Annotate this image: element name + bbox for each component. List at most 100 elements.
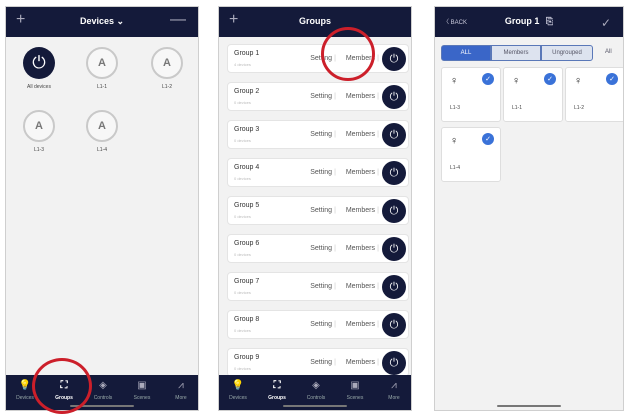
- device-l1-4[interactable]: A L1-4: [82, 110, 122, 153]
- device-card[interactable]: ♀ ✓ L1-1: [503, 67, 563, 122]
- group-row[interactable]: Group 14 devices Setting | Members | ⏻: [227, 44, 409, 73]
- segment-members[interactable]: Members: [491, 45, 541, 61]
- divider: |: [334, 93, 336, 100]
- divider: |: [334, 283, 336, 290]
- tab-controls[interactable]: ◈ Controls: [297, 380, 335, 401]
- tab-label: Scenes: [346, 395, 364, 401]
- highlight-ring-groups-tab: [32, 358, 92, 414]
- tab-more[interactable]: ⩘ More: [162, 380, 198, 401]
- group-row[interactable]: Group 70 devices Setting | Members | ⏻: [227, 272, 409, 301]
- device-l1-1[interactable]: A L1-1: [82, 47, 122, 90]
- bulb-icon: 💡: [231, 380, 245, 391]
- divider: |: [334, 207, 336, 214]
- device-label: L1-1: [96, 84, 107, 90]
- devices-header: + Devices ⌄ —: [6, 7, 198, 37]
- group-setting-button[interactable]: Setting: [310, 245, 332, 252]
- group-members-button[interactable]: Members: [346, 321, 375, 328]
- tab-label: Controls: [306, 395, 326, 401]
- group-setting-button[interactable]: Setting: [310, 169, 332, 176]
- divider: |: [334, 169, 336, 176]
- checkmark-icon[interactable]: ✓: [544, 73, 556, 85]
- power-icon[interactable]: ⏻: [382, 85, 406, 109]
- power-icon[interactable]: ⏻: [382, 123, 406, 147]
- group-setting-button[interactable]: Setting: [310, 207, 332, 214]
- tab-label: More: [175, 395, 187, 401]
- group-setting-button[interactable]: Setting: [310, 131, 332, 138]
- group-setting-button[interactable]: Setting: [310, 321, 332, 328]
- device-card-label: L1-1: [512, 105, 523, 111]
- device-card[interactable]: ♀ ✓ L1-2: [565, 67, 623, 122]
- divider: |: [377, 131, 379, 138]
- group-row[interactable]: Group 50 devices Setting | Members | ⏻: [227, 196, 409, 225]
- chevron-down-icon: ⌄: [116, 16, 125, 26]
- group-row[interactable]: Group 20 devices Setting | Members | ⏻: [227, 82, 409, 111]
- tab-label: Scenes: [133, 395, 151, 401]
- group-detail-screen: 〈 BACK Group 1 ⎘ ✓ ALL Members Ungrouped…: [434, 6, 624, 411]
- power-icon[interactable]: ⏻: [382, 199, 406, 223]
- segment-ungrouped[interactable]: Ungrouped: [541, 45, 593, 61]
- group-row[interactable]: Group 40 devices Setting | Members | ⏻: [227, 158, 409, 187]
- power-icon[interactable]: ⏻: [382, 275, 406, 299]
- bulb-icon: A: [86, 110, 118, 142]
- edit-icon[interactable]: ⎘: [546, 16, 553, 26]
- group-members-button[interactable]: Members: [346, 245, 375, 252]
- group-members-button[interactable]: Members: [346, 169, 375, 176]
- checkmark-icon[interactable]: ✓: [606, 73, 618, 85]
- group-name: Group 9: [234, 354, 260, 361]
- power-icon[interactable]: ⏻: [382, 351, 406, 375]
- divider: |: [334, 359, 336, 366]
- minus-icon[interactable]: —: [170, 11, 186, 29]
- bulb-icon: A: [151, 47, 183, 79]
- group-row[interactable]: Group 90 devices Setting | Members | ⏻: [227, 348, 409, 377]
- tab-groups[interactable]: ⛶ Groups: [258, 380, 296, 401]
- group-detail-title: Group 1 ⎘: [435, 16, 623, 27]
- power-icon[interactable]: ⏻: [382, 313, 406, 337]
- tab-more[interactable]: ⩘ More: [375, 380, 411, 401]
- checkmark-icon[interactable]: ✓: [482, 73, 494, 85]
- group-members-button[interactable]: Members: [346, 283, 375, 290]
- group-members-button[interactable]: Members: [346, 207, 375, 214]
- group-members-button[interactable]: Members: [346, 359, 375, 366]
- group-device-count: 0 devices: [234, 214, 251, 219]
- checkmark-icon[interactable]: ✓: [482, 133, 494, 145]
- more-icon: ⩘: [178, 380, 184, 391]
- device-l1-3[interactable]: A L1-3: [19, 110, 59, 153]
- tab-scenes[interactable]: ▣ Scenes: [336, 380, 374, 401]
- group-name: Group 3: [234, 126, 260, 133]
- scenes-icon: ▣: [350, 380, 360, 391]
- group-members-button[interactable]: Members: [346, 131, 375, 138]
- power-icon[interactable]: ⏻: [382, 161, 406, 185]
- group-row[interactable]: Group 80 devices Setting | Members | ⏻: [227, 310, 409, 339]
- group-name: Group 5: [234, 202, 260, 209]
- bulb-icon: ♀: [512, 75, 521, 87]
- device-label: L1-2: [161, 84, 172, 90]
- tab-devices[interactable]: 💡 Devices: [219, 380, 257, 401]
- divider: |: [334, 131, 336, 138]
- group-title-text: Group 1: [504, 16, 540, 26]
- group-members-button[interactable]: Members: [346, 93, 375, 100]
- tab-scenes[interactable]: ▣ Scenes: [123, 380, 161, 401]
- segment-all[interactable]: ALL: [441, 45, 491, 61]
- divider: |: [377, 93, 379, 100]
- group-row[interactable]: Group 30 devices Setting | Members | ⏻: [227, 120, 409, 149]
- device-card[interactable]: ♀ ✓ L1-4: [441, 127, 501, 182]
- group-name: Group 8: [234, 316, 260, 323]
- bulb-icon: A: [86, 47, 118, 79]
- group-row[interactable]: Group 60 devices Setting | Members | ⏻: [227, 234, 409, 263]
- tab-label: Devices: [229, 395, 247, 401]
- divider: |: [334, 245, 336, 252]
- divider: |: [377, 321, 379, 328]
- check-icon[interactable]: ✓: [601, 14, 611, 32]
- devices-screen: + Devices ⌄ — ⏻ All devices A L1-1 A L1-…: [5, 6, 199, 411]
- bulb-icon: ♀: [574, 75, 583, 87]
- group-setting-button[interactable]: Setting: [310, 359, 332, 366]
- group-setting-button[interactable]: Setting: [310, 93, 332, 100]
- group-setting-button[interactable]: Setting: [310, 283, 332, 290]
- device-all[interactable]: ⏻ All devices: [19, 47, 59, 90]
- group-name: Group 1: [234, 50, 260, 57]
- power-icon[interactable]: ⏻: [382, 47, 406, 71]
- power-icon[interactable]: ⏻: [382, 237, 406, 261]
- device-card[interactable]: ♀ ✓ L1-3: [441, 67, 501, 122]
- device-l1-2[interactable]: A L1-2: [147, 47, 187, 90]
- select-all-toggle[interactable]: All: [605, 49, 612, 55]
